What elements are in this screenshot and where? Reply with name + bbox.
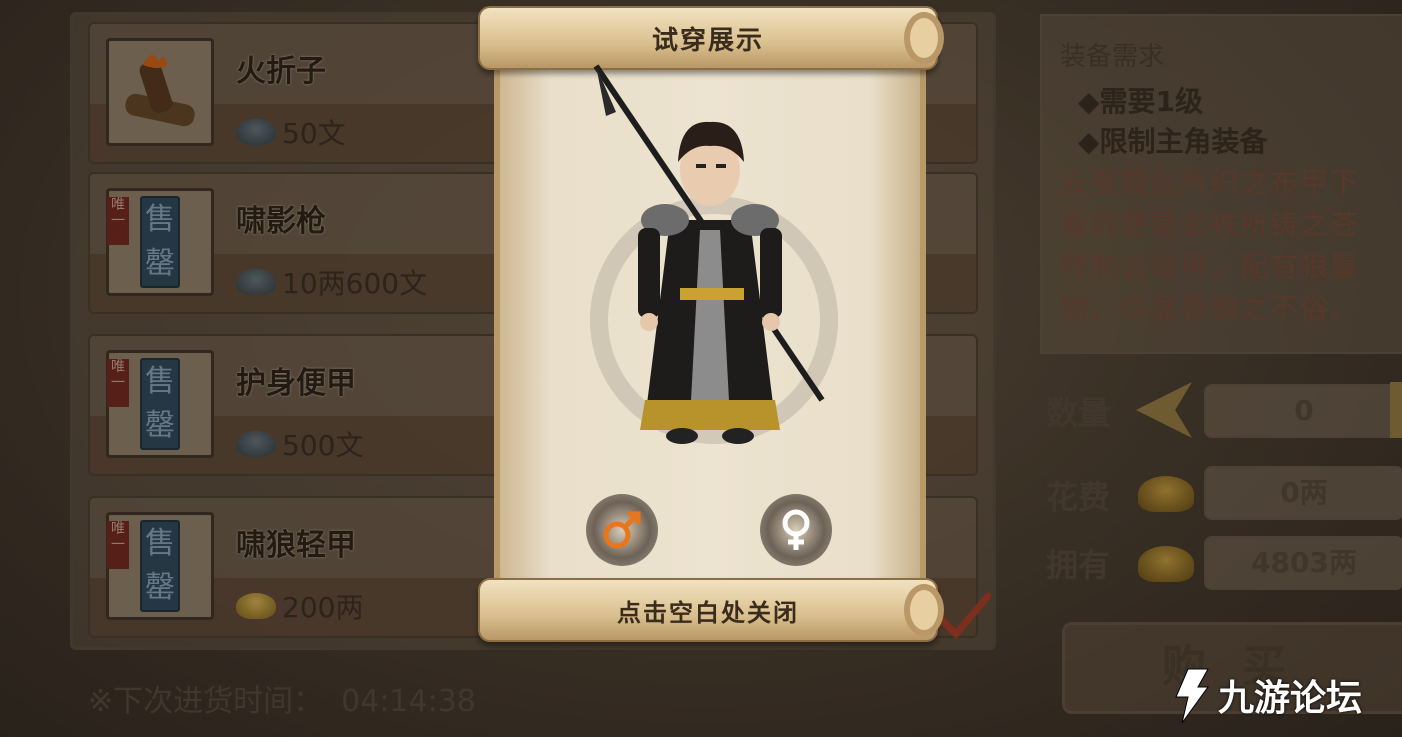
popup-title: 试穿展示: [651, 25, 764, 56]
female-symbol-icon[interactable]: [760, 494, 832, 566]
scroll-bottom-rod[interactable]: 点击空白处关闭: [478, 578, 944, 642]
character-preview: [593, 64, 825, 444]
scroll-curl: [904, 584, 944, 636]
close-hint: 点击空白处关闭: [617, 598, 799, 627]
jiuyou-logo-icon: [1175, 668, 1209, 724]
site-watermark: 九游论坛: [1168, 660, 1398, 730]
scroll-curl: [904, 12, 944, 64]
watermark-text: 九游论坛: [1218, 678, 1363, 719]
male-symbol-icon[interactable]: [586, 494, 658, 566]
